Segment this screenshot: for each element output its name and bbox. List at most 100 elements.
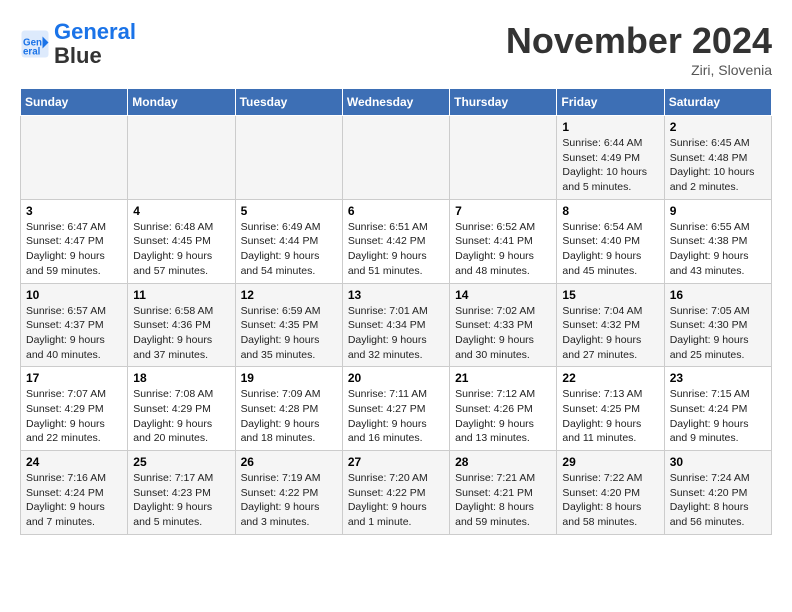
calendar-week-row: 3Sunrise: 6:47 AM Sunset: 4:47 PM Daylig…: [21, 199, 772, 283]
calendar-day-cell: 24Sunrise: 7:16 AM Sunset: 4:24 PM Dayli…: [21, 451, 128, 535]
calendar-week-row: 17 Sunrise: 7:07 AM Sunset: 4:29 PM Dayli…: [21, 367, 772, 451]
month-title: November 2024: [506, 20, 772, 62]
day-number: 11: [133, 288, 229, 302]
day-number: 5: [241, 204, 337, 218]
day-info: Sunrise: 7:13 AM Sunset: 4:25 PM Dayligh…: [562, 387, 658, 446]
day-info: Sunrise: 6:51 AM Sunset: 4:42 PM Dayligh…: [348, 220, 444, 279]
calendar-day-cell: 1 Sunrise: 6:44 AM Sunset: 4:49 PM Daylig…: [557, 116, 664, 200]
day-info: Sunrise: 7:04 AM Sunset: 4:32 PM Dayligh…: [562, 304, 658, 363]
calendar-day-cell: 11 Sunrise: 6:58 AM Sunset: 4:36 PM Dayli…: [128, 283, 235, 367]
calendar-day-cell: 23Sunrise: 7:15 AM Sunset: 4:24 PM Dayli…: [664, 367, 771, 451]
weekday-header-cell: Friday: [557, 89, 664, 116]
calendar-day-cell: 10Sunrise: 6:57 AM Sunset: 4:37 PM Dayli…: [21, 283, 128, 367]
calendar-day-cell: 15 Sunrise: 7:04 AM Sunset: 4:32 PM Dayli…: [557, 283, 664, 367]
day-info: Sunrise: 6:48 AM Sunset: 4:45 PM Dayligh…: [133, 220, 229, 279]
day-info: Sunrise: 7:08 AM Sunset: 4:29 PM Dayligh…: [133, 387, 229, 446]
day-info: Sunrise: 7:09 AM Sunset: 4:28 PM Dayligh…: [241, 387, 337, 446]
calendar-day-cell: 14 Sunrise: 7:02 AM Sunset: 4:33 PM Dayli…: [450, 283, 557, 367]
day-info: Sunrise: 7:20 AM Sunset: 4:22 PM Dayligh…: [348, 471, 444, 530]
day-number: 28: [455, 455, 551, 469]
day-number: 17: [26, 371, 122, 385]
day-info: Sunrise: 6:58 AM Sunset: 4:36 PM Dayligh…: [133, 304, 229, 363]
day-number: 21: [455, 371, 551, 385]
day-number: 29: [562, 455, 658, 469]
day-info: Sunrise: 7:12 AM Sunset: 4:26 PM Dayligh…: [455, 387, 551, 446]
calendar-day-cell: [450, 116, 557, 200]
calendar-body: 1 Sunrise: 6:44 AM Sunset: 4:49 PM Daylig…: [21, 116, 772, 535]
calendar-day-cell: [342, 116, 449, 200]
calendar-day-cell: 7 Sunrise: 6:52 AM Sunset: 4:41 PM Daylig…: [450, 199, 557, 283]
weekday-header-cell: Saturday: [664, 89, 771, 116]
day-info: Sunrise: 7:01 AM Sunset: 4:34 PM Dayligh…: [348, 304, 444, 363]
calendar-day-cell: 12Sunrise: 6:59 AM Sunset: 4:35 PM Dayli…: [235, 283, 342, 367]
logo: Gen eral GeneralBlue: [20, 20, 136, 68]
calendar-day-cell: 29 Sunrise: 7:22 AM Sunset: 4:20 PM Dayli…: [557, 451, 664, 535]
day-number: 27: [348, 455, 444, 469]
calendar-day-cell: 2Sunrise: 6:45 AM Sunset: 4:48 PM Daylig…: [664, 116, 771, 200]
day-number: 14: [455, 288, 551, 302]
day-info: Sunrise: 6:49 AM Sunset: 4:44 PM Dayligh…: [241, 220, 337, 279]
calendar-day-cell: 9Sunrise: 6:55 AM Sunset: 4:38 PM Daylig…: [664, 199, 771, 283]
calendar-day-cell: 13 Sunrise: 7:01 AM Sunset: 4:34 PM Dayli…: [342, 283, 449, 367]
calendar-day-cell: 18 Sunrise: 7:08 AM Sunset: 4:29 PM Dayli…: [128, 367, 235, 451]
calendar-day-cell: 3Sunrise: 6:47 AM Sunset: 4:47 PM Daylig…: [21, 199, 128, 283]
calendar-day-cell: 5 Sunrise: 6:49 AM Sunset: 4:44 PM Daylig…: [235, 199, 342, 283]
logo-text: GeneralBlue: [54, 20, 136, 68]
weekday-header-cell: Sunday: [21, 89, 128, 116]
day-number: 3: [26, 204, 122, 218]
day-info: Sunrise: 7:02 AM Sunset: 4:33 PM Dayligh…: [455, 304, 551, 363]
day-number: 23: [670, 371, 766, 385]
calendar-day-cell: 28 Sunrise: 7:21 AM Sunset: 4:21 PM Dayli…: [450, 451, 557, 535]
calendar-day-cell: [128, 116, 235, 200]
calendar-day-cell: [235, 116, 342, 200]
calendar-day-cell: 8 Sunrise: 6:54 AM Sunset: 4:40 PM Daylig…: [557, 199, 664, 283]
day-number: 12: [241, 288, 337, 302]
day-number: 30: [670, 455, 766, 469]
logo-icon: Gen eral: [20, 29, 50, 59]
calendar-day-cell: 30Sunrise: 7:24 AM Sunset: 4:20 PM Dayli…: [664, 451, 771, 535]
day-info: Sunrise: 6:44 AM Sunset: 4:49 PM Dayligh…: [562, 136, 658, 195]
calendar-table: SundayMondayTuesdayWednesdayThursdayFrid…: [20, 88, 772, 535]
calendar-day-cell: 22Sunrise: 7:13 AM Sunset: 4:25 PM Dayli…: [557, 367, 664, 451]
calendar-day-cell: 25 Sunrise: 7:17 AM Sunset: 4:23 PM Dayli…: [128, 451, 235, 535]
calendar-day-cell: 19 Sunrise: 7:09 AM Sunset: 4:28 PM Dayli…: [235, 367, 342, 451]
svg-text:eral: eral: [23, 47, 41, 58]
calendar-day-cell: [21, 116, 128, 200]
day-number: 18: [133, 371, 229, 385]
calendar-week-row: 1 Sunrise: 6:44 AM Sunset: 4:49 PM Daylig…: [21, 116, 772, 200]
day-number: 1: [562, 120, 658, 134]
day-info: Sunrise: 7:22 AM Sunset: 4:20 PM Dayligh…: [562, 471, 658, 530]
day-info: Sunrise: 7:11 AM Sunset: 4:27 PM Dayligh…: [348, 387, 444, 446]
day-number: 25: [133, 455, 229, 469]
calendar-day-cell: 26 Sunrise: 7:19 AM Sunset: 4:22 PM Dayli…: [235, 451, 342, 535]
day-number: 8: [562, 204, 658, 218]
day-number: 26: [241, 455, 337, 469]
calendar-day-cell: 27 Sunrise: 7:20 AM Sunset: 4:22 PM Dayli…: [342, 451, 449, 535]
page-header: Gen eral GeneralBlue November 2024 Ziri,…: [20, 20, 772, 78]
day-number: 2: [670, 120, 766, 134]
day-info: Sunrise: 7:19 AM Sunset: 4:22 PM Dayligh…: [241, 471, 337, 530]
day-number: 20: [348, 371, 444, 385]
day-info: Sunrise: 7:07 AM Sunset: 4:29 PM Dayligh…: [26, 387, 122, 446]
calendar-week-row: 24Sunrise: 7:16 AM Sunset: 4:24 PM Dayli…: [21, 451, 772, 535]
calendar-day-cell: 21 Sunrise: 7:12 AM Sunset: 4:26 PM Dayli…: [450, 367, 557, 451]
day-info: Sunrise: 6:52 AM Sunset: 4:41 PM Dayligh…: [455, 220, 551, 279]
day-number: 16: [670, 288, 766, 302]
title-block: November 2024 Ziri, Slovenia: [506, 20, 772, 78]
day-number: 6: [348, 204, 444, 218]
weekday-header-cell: Tuesday: [235, 89, 342, 116]
weekday-header-cell: Wednesday: [342, 89, 449, 116]
day-number: 7: [455, 204, 551, 218]
calendar-day-cell: 6 Sunrise: 6:51 AM Sunset: 4:42 PM Daylig…: [342, 199, 449, 283]
day-info: Sunrise: 6:54 AM Sunset: 4:40 PM Dayligh…: [562, 220, 658, 279]
day-info: Sunrise: 7:17 AM Sunset: 4:23 PM Dayligh…: [133, 471, 229, 530]
calendar-day-cell: 17 Sunrise: 7:07 AM Sunset: 4:29 PM Dayli…: [21, 367, 128, 451]
day-number: 13: [348, 288, 444, 302]
day-number: 15: [562, 288, 658, 302]
day-info: Sunrise: 7:21 AM Sunset: 4:21 PM Dayligh…: [455, 471, 551, 530]
day-info: Sunrise: 6:55 AM Sunset: 4:38 PM Dayligh…: [670, 220, 766, 279]
calendar-day-cell: 16Sunrise: 7:05 AM Sunset: 4:30 PM Dayli…: [664, 283, 771, 367]
calendar-day-cell: 20 Sunrise: 7:11 AM Sunset: 4:27 PM Dayli…: [342, 367, 449, 451]
weekday-header-cell: Thursday: [450, 89, 557, 116]
day-number: 19: [241, 371, 337, 385]
